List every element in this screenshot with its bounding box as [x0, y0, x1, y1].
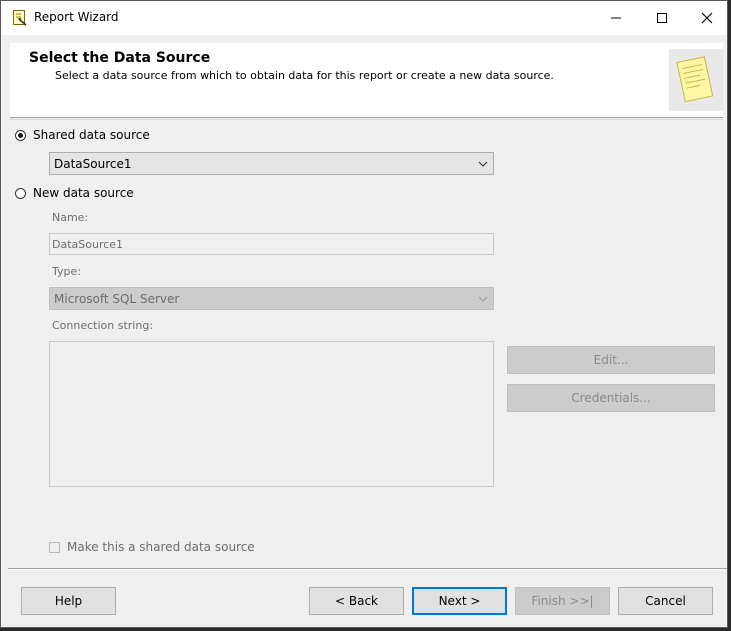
connection-string-label: Connection string: — [52, 319, 154, 332]
minimize-icon — [611, 17, 621, 19]
report-wizard-window: Report Wizard Select the Data Source Sel… — [0, 0, 728, 628]
type-dropdown[interactable]: Microsoft SQL Server — [49, 287, 494, 310]
credentials-button[interactable]: Credentials... — [507, 384, 715, 412]
maximize-button[interactable] — [639, 1, 685, 35]
maximize-icon — [657, 13, 667, 23]
next-button[interactable]: Next > — [412, 587, 507, 615]
page-title: Select the Data Source — [29, 50, 211, 66]
make-shared-option[interactable]: Make this a shared data source — [49, 540, 255, 554]
shared-data-source-option[interactable]: Shared data source — [15, 128, 150, 142]
chevron-down-icon — [478, 296, 488, 302]
shared-data-source-value: DataSource1 — [54, 156, 132, 171]
footer-divider-highlight — [8, 569, 727, 570]
page-subtitle: Select a data source from which to obtai… — [55, 69, 554, 82]
shared-data-source-label: Shared data source — [33, 128, 150, 142]
type-label: Type: — [52, 265, 81, 278]
name-field-value: DataSource1 — [52, 237, 124, 251]
name-label: Name: — [52, 211, 89, 224]
make-shared-label: Make this a shared data source — [67, 540, 255, 554]
header-divider — [10, 119, 723, 120]
shared-data-source-radio[interactable] — [15, 129, 26, 141]
help-button[interactable]: Help — [21, 587, 116, 615]
finish-button[interactable]: Finish >>| — [515, 587, 610, 615]
wizard-header: Select the Data Source Select a data sou… — [10, 43, 723, 118]
close-button[interactable] — [684, 1, 730, 35]
close-icon — [701, 12, 713, 24]
type-dropdown-value: Microsoft SQL Server — [54, 291, 180, 306]
new-data-source-option[interactable]: New data source — [15, 186, 134, 200]
shared-data-source-dropdown[interactable]: DataSource1 — [49, 152, 494, 175]
new-data-source-label: New data source — [33, 186, 134, 200]
minimize-button[interactable] — [593, 1, 639, 35]
make-shared-checkbox[interactable] — [49, 541, 60, 553]
back-button[interactable]: < Back — [309, 587, 404, 615]
report-wizard-app-icon — [13, 10, 27, 26]
title-bar: Report Wizard — [1, 1, 727, 35]
cancel-button[interactable]: Cancel — [618, 587, 713, 615]
report-document-icon — [669, 49, 723, 111]
edit-button[interactable]: Edit... — [507, 346, 715, 374]
new-data-source-radio[interactable] — [15, 187, 26, 199]
name-field[interactable]: DataSource1 — [49, 233, 494, 255]
connection-string-field[interactable] — [49, 341, 494, 487]
chevron-down-icon — [478, 161, 488, 167]
window-title: Report Wizard — [34, 10, 119, 24]
